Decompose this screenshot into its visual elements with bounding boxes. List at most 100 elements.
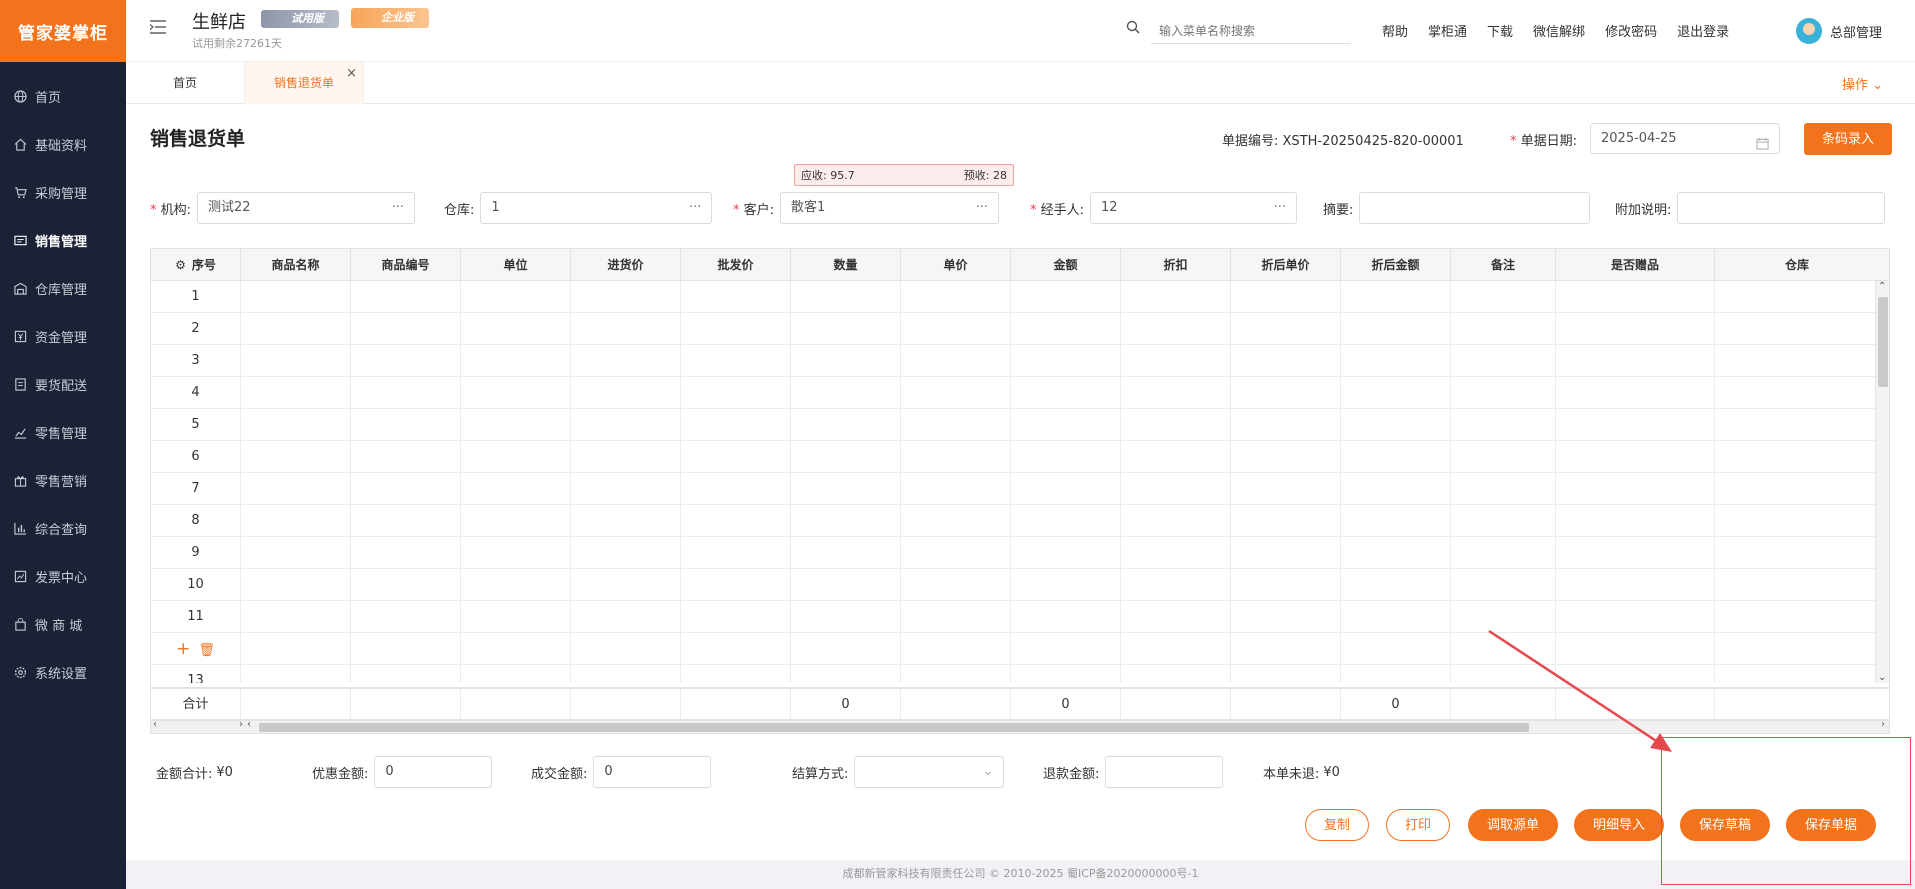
- table-cell[interactable]: [901, 665, 1011, 683]
- table-cell[interactable]: [1341, 537, 1451, 569]
- table-cell[interactable]: [791, 505, 901, 537]
- table-cell[interactable]: [571, 537, 681, 569]
- table-cell[interactable]: [241, 665, 351, 683]
- table-cell[interactable]: [681, 409, 791, 441]
- table-cell[interactable]: [1121, 441, 1231, 473]
- table-cell[interactable]: [791, 441, 901, 473]
- table-cell[interactable]: [351, 569, 461, 601]
- table-cell[interactable]: [1556, 569, 1715, 601]
- table-cell[interactable]: [681, 313, 791, 345]
- table-cell[interactable]: [1556, 665, 1715, 683]
- table-cell[interactable]: [1451, 473, 1556, 505]
- table-row[interactable]: + 🗑: [151, 633, 1875, 665]
- table-cell[interactable]: [901, 505, 1011, 537]
- table-cell[interactable]: [901, 569, 1011, 601]
- vertical-scrollbar[interactable]: ⌃ ⌄: [1875, 281, 1889, 683]
- table-cell[interactable]: [1121, 633, 1231, 665]
- sidebar-item-marketing[interactable]: 零售营销: [0, 456, 126, 504]
- table-cell[interactable]: [681, 505, 791, 537]
- table-cell[interactable]: [1011, 665, 1121, 683]
- sidebar-item-invoice[interactable]: 发票中心: [0, 552, 126, 600]
- table-cell[interactable]: [461, 345, 571, 377]
- table-cell[interactable]: [1556, 281, 1715, 313]
- table-cell[interactable]: [571, 281, 681, 313]
- print-button[interactable]: 打印: [1386, 809, 1450, 841]
- refund-input[interactable]: [1105, 756, 1224, 788]
- table-cell[interactable]: [1011, 505, 1121, 537]
- col-header-wholesale[interactable]: 批发价: [681, 249, 791, 281]
- table-cell[interactable]: [1231, 601, 1341, 633]
- sidebar-item-mall[interactable]: 微 商 城: [0, 600, 126, 648]
- table-cell[interactable]: [1556, 505, 1715, 537]
- table-cell[interactable]: [461, 313, 571, 345]
- help-link[interactable]: 帮助: [1382, 21, 1408, 40]
- table-row[interactable]: 1: [151, 281, 1875, 313]
- table-cell[interactable]: [1011, 473, 1121, 505]
- table-cell[interactable]: [1715, 345, 1865, 377]
- table-cell[interactable]: [1715, 441, 1865, 473]
- table-cell[interactable]: [1556, 601, 1715, 633]
- table-cell[interactable]: [1451, 313, 1556, 345]
- table-cell[interactable]: [681, 537, 791, 569]
- table-cell[interactable]: [681, 345, 791, 377]
- table-cell[interactable]: [1715, 505, 1865, 537]
- more-icon[interactable]: ···: [1274, 193, 1286, 223]
- tab-home[interactable]: 首页: [126, 62, 244, 104]
- table-cell[interactable]: [1121, 281, 1231, 313]
- import-detail-button[interactable]: 明细导入: [1574, 809, 1664, 841]
- table-cell[interactable]: [1231, 409, 1341, 441]
- table-row[interactable]: 13: [151, 665, 1875, 683]
- scroll-right-icon[interactable]: ›: [239, 719, 243, 730]
- col-header-disc-amount[interactable]: 折后金额: [1341, 249, 1451, 281]
- handler-field[interactable]: 12 ···: [1090, 192, 1298, 224]
- table-cell[interactable]: [1715, 601, 1865, 633]
- table-cell[interactable]: [461, 537, 571, 569]
- table-cell[interactable]: [901, 633, 1011, 665]
- table-cell[interactable]: [1451, 537, 1556, 569]
- horizontal-scrollbar[interactable]: ‹ › ‹ ›: [150, 719, 1890, 734]
- table-cell[interactable]: [1451, 665, 1556, 683]
- logout-link[interactable]: 退出登录: [1677, 21, 1729, 40]
- scroll-up-icon[interactable]: ⌃: [1878, 281, 1886, 292]
- table-cell[interactable]: [1451, 345, 1556, 377]
- sidebar-item-warehouse[interactable]: 仓库管理: [0, 264, 126, 312]
- table-cell[interactable]: [571, 345, 681, 377]
- table-cell[interactable]: [901, 441, 1011, 473]
- table-cell[interactable]: [1011, 377, 1121, 409]
- table-cell[interactable]: [1341, 569, 1451, 601]
- zhanggui-link[interactable]: 掌柜通: [1428, 21, 1467, 40]
- table-cell[interactable]: [1715, 665, 1865, 683]
- table-cell[interactable]: [571, 633, 681, 665]
- table-cell[interactable]: [1121, 377, 1231, 409]
- table-cell[interactable]: [241, 281, 351, 313]
- table-cell[interactable]: [681, 665, 791, 683]
- table-cell[interactable]: [791, 473, 901, 505]
- table-cell[interactable]: [791, 377, 901, 409]
- col-header-amount[interactable]: 金额: [1011, 249, 1121, 281]
- table-cell[interactable]: [241, 473, 351, 505]
- col-header-price[interactable]: 单价: [901, 249, 1011, 281]
- table-cell[interactable]: [1231, 505, 1341, 537]
- warehouse-field[interactable]: 1 ···: [480, 192, 713, 224]
- table-cell[interactable]: [351, 441, 461, 473]
- table-cell[interactable]: [241, 601, 351, 633]
- table-row[interactable]: 8: [151, 505, 1875, 537]
- col-header-warehouse[interactable]: 仓库: [1715, 249, 1879, 281]
- barcode-entry-button[interactable]: 条码录入: [1804, 123, 1892, 155]
- table-cell[interactable]: [901, 281, 1011, 313]
- table-cell[interactable]: [791, 601, 901, 633]
- table-cell[interactable]: [1715, 377, 1865, 409]
- table-cell[interactable]: [681, 569, 791, 601]
- table-cell[interactable]: [461, 281, 571, 313]
- table-cell[interactable]: [351, 281, 461, 313]
- table-cell[interactable]: [1341, 345, 1451, 377]
- table-cell[interactable]: [1451, 441, 1556, 473]
- user-menu[interactable]: 总部管理: [1796, 18, 1882, 44]
- table-cell[interactable]: [1011, 313, 1121, 345]
- delete-row-icon[interactable]: 🗑: [198, 643, 215, 658]
- download-link[interactable]: 下载: [1487, 21, 1513, 40]
- table-cell[interactable]: [241, 569, 351, 601]
- fetch-source-button[interactable]: 调取源单: [1468, 809, 1558, 841]
- table-cell[interactable]: [1231, 377, 1341, 409]
- table-cell[interactable]: [1011, 569, 1121, 601]
